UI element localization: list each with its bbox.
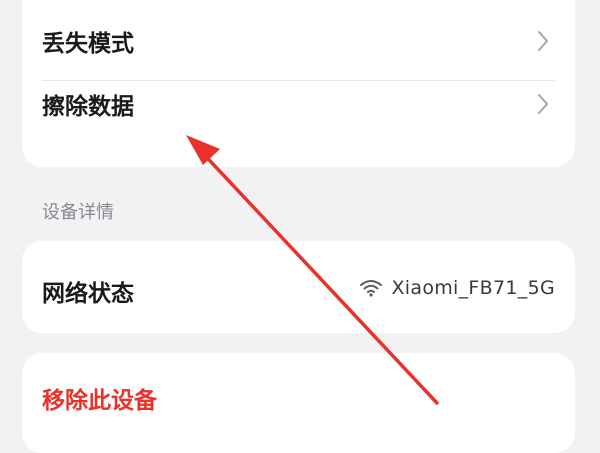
network-status-label: 网络状态 <box>42 281 134 307</box>
remove-device-label: 移除此设备 <box>42 388 157 414</box>
network-status-value: Xiaomi_FB71_5G <box>359 277 555 299</box>
chevron-right-icon <box>538 94 548 114</box>
remove-device-button[interactable]: 移除此设备 <box>22 353 575 437</box>
erase-data-row[interactable]: 擦除数据 <box>22 63 575 145</box>
lost-mode-label: 丢失模式 <box>42 31 134 57</box>
network-status-row[interactable]: 网络状态 Xiaomi_FB71_5G <box>22 241 575 333</box>
security-options-card: 丢失模式 擦除数据 <box>22 0 575 167</box>
erase-data-label: 擦除数据 <box>42 94 134 120</box>
remove-device-card: 移除此设备 <box>22 353 575 453</box>
wifi-icon <box>360 280 383 297</box>
network-status-card: 网络状态 Xiaomi_FB71_5G <box>22 241 575 333</box>
device-details-section-title: 设备详情 <box>42 202 114 223</box>
network-name: Xiaomi_FB71_5G <box>391 277 555 299</box>
chevron-right-icon <box>538 31 548 51</box>
